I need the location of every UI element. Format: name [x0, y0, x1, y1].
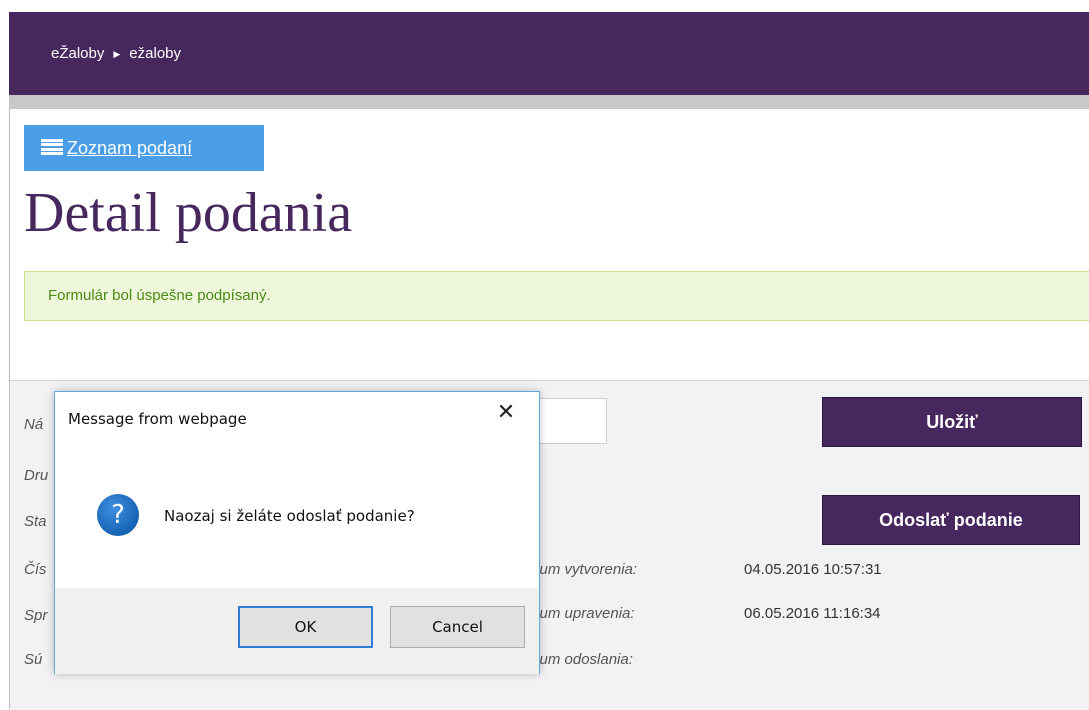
- close-icon[interactable]: ✕: [495, 402, 517, 424]
- breadcrumb-separator-icon: ▶: [113, 49, 121, 59]
- sent-date-label: átum odoslania:: [527, 651, 633, 668]
- created-date-value: 04.05.2016 10:57:31: [744, 561, 882, 578]
- question-icon: ?: [97, 494, 139, 536]
- success-alert: Formulár bol úspešne podpísaný.: [24, 271, 1089, 321]
- save-button[interactable]: Uložiť: [822, 397, 1082, 447]
- send-submission-button[interactable]: Odoslať podanie: [822, 495, 1080, 545]
- breadcrumb: eŽaloby ▶ ežaloby: [51, 12, 181, 95]
- modified-date-label: átum upravenia:: [527, 605, 635, 622]
- confirm-dialog: Message from webpage ✕ ? Naozaj si želát…: [54, 391, 540, 674]
- header-divider: [9, 95, 1089, 109]
- form-label-court: Sú: [24, 651, 43, 668]
- form-label-type: Dru: [24, 467, 49, 484]
- dialog-title: Message from webpage: [68, 410, 247, 428]
- breadcrumb-item-ezaloby-root[interactable]: eŽaloby: [51, 45, 104, 62]
- breadcrumb-item-ezaloby[interactable]: ežaloby: [129, 45, 181, 62]
- page-title: Detail podania: [24, 182, 353, 244]
- dialog-message: Naozaj si želáte odoslať podanie?: [164, 507, 415, 525]
- name-input[interactable]: [530, 398, 607, 444]
- dialog-footer: OK Cancel: [55, 588, 539, 674]
- form-label-name: Ná: [24, 416, 44, 433]
- form-label-number: Čís: [24, 561, 47, 578]
- form-label-file: Spr: [24, 607, 48, 624]
- form-label-status: Sta: [24, 513, 47, 530]
- modified-date-value: 06.05.2016 11:16:34: [744, 605, 881, 622]
- cancel-button[interactable]: Cancel: [390, 606, 525, 648]
- submissions-list-label: Zoznam podaní: [67, 138, 193, 158]
- submissions-list-button[interactable]: Zoznam podaní: [24, 125, 264, 171]
- success-alert-text: Formulár bol úspešne podpísaný.: [48, 287, 271, 304]
- list-icon: [41, 139, 63, 155]
- ok-button[interactable]: OK: [238, 606, 373, 648]
- created-date-label: átum vytvorenia:: [527, 561, 638, 578]
- top-navbar: eŽaloby ▶ ežaloby: [9, 12, 1089, 95]
